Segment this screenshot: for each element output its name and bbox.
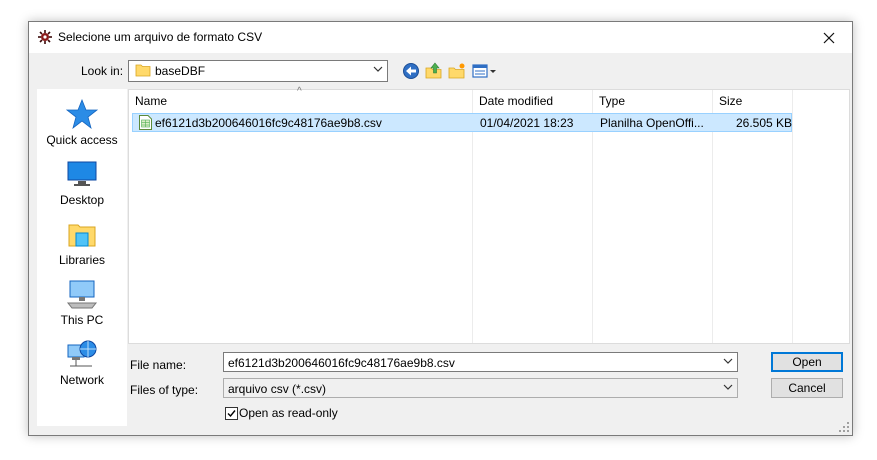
desktop-icon — [67, 161, 97, 186]
look-in-dropdown[interactable]: baseDBF — [128, 60, 388, 82]
look-in-label: Look in: — [81, 64, 124, 78]
file-row[interactable]: ef6121d3b200646016fc9c48176ae9b8.csv 01/… — [132, 113, 792, 132]
place-libraries[interactable]: Libraries — [37, 219, 127, 267]
place-label: Quick access — [46, 133, 118, 147]
file-type-dropdown[interactable]: arquivo csv (*.csv) — [223, 378, 738, 398]
close-button[interactable] — [806, 22, 852, 53]
look-in-value: baseDBF — [155, 64, 206, 78]
read-only-label[interactable]: Open as read-only — [239, 406, 338, 420]
file-list[interactable]: ^ Name Date modified Type Size ef6121d3b… — [128, 86, 850, 344]
folder-icon — [135, 64, 151, 77]
file-size-cell: 26.505 KB — [736, 116, 793, 130]
network-icon — [67, 340, 97, 367]
column-divider[interactable] — [792, 90, 793, 343]
file-name-label: File name: — [130, 358, 187, 372]
column-header-type[interactable]: Type — [593, 90, 713, 112]
back-arrow-icon[interactable] — [402, 62, 420, 80]
places-bar: Quick access Desktop Libraries This PC N… — [37, 89, 127, 426]
column-header-date[interactable]: Date modified — [473, 90, 593, 112]
place-label: Desktop — [59, 193, 105, 207]
file-date-cell: 01/04/2021 18:23 — [480, 116, 574, 130]
chevron-down-icon — [373, 66, 383, 72]
computer-icon — [66, 280, 98, 309]
file-type-cell: Planilha OpenOffi... — [600, 116, 704, 130]
place-network[interactable]: Network — [37, 339, 127, 387]
file-name-input[interactable]: ef6121d3b200646016fc9c48176ae9b8.csv — [223, 352, 738, 372]
up-folder-icon[interactable] — [425, 62, 443, 80]
place-label: Libraries — [58, 253, 106, 267]
resize-grip-icon[interactable] — [838, 421, 850, 433]
place-this-pc[interactable]: This PC — [37, 279, 127, 327]
cancel-button[interactable]: Cancel — [771, 378, 843, 398]
view-menu-icon[interactable] — [472, 62, 498, 80]
app-gear-icon — [38, 30, 52, 44]
file-name-cell: ef6121d3b200646016fc9c48176ae9b8.csv — [155, 116, 382, 130]
file-name-value: ef6121d3b200646016fc9c48176ae9b8.csv — [228, 356, 455, 370]
file-open-dialog: Selecione um arquivo de formato CSV Look… — [28, 21, 853, 436]
close-icon — [823, 32, 835, 43]
dialog-title: Selecione um arquivo de formato CSV — [58, 30, 263, 44]
csv-file-icon — [139, 115, 152, 130]
libraries-icon — [68, 224, 96, 247]
file-type-value: arquivo csv (*.csv) — [228, 382, 327, 396]
place-label: This PC — [60, 313, 104, 327]
place-label: Network — [59, 373, 104, 387]
title-bar: Selecione um arquivo de formato CSV — [29, 22, 852, 53]
open-button[interactable]: Open — [771, 352, 843, 372]
chevron-down-icon[interactable] — [723, 356, 733, 366]
read-only-checkbox[interactable] — [225, 407, 238, 420]
new-folder-icon[interactable] — [448, 62, 466, 80]
star-icon — [66, 99, 98, 129]
checkmark-icon — [227, 410, 236, 418]
file-type-label: Files of type: — [130, 383, 199, 397]
place-quick-access[interactable]: Quick access — [37, 99, 127, 147]
chevron-down-icon — [723, 384, 733, 390]
column-header-size[interactable]: Size — [713, 90, 791, 112]
column-header-name[interactable]: Name — [129, 90, 475, 112]
place-desktop[interactable]: Desktop — [37, 159, 127, 207]
